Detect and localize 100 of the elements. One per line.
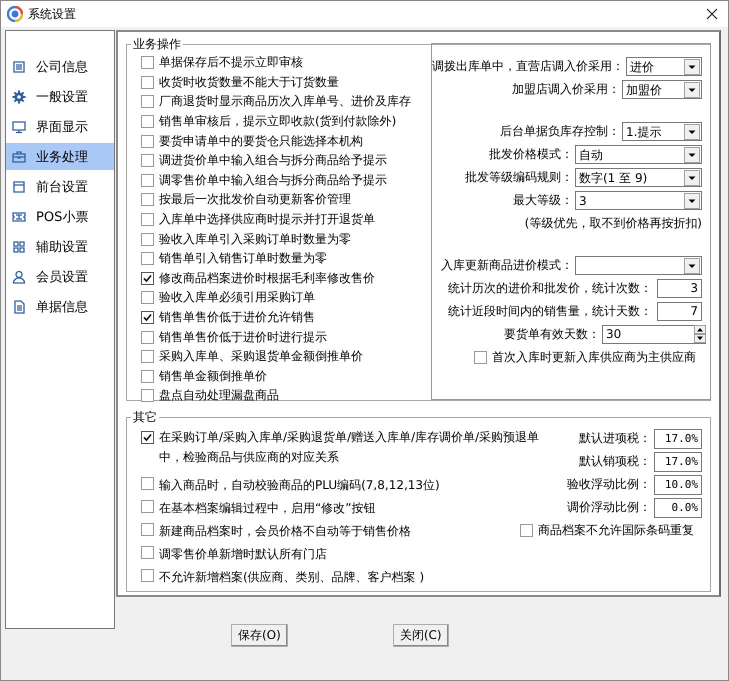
checkbox[interactable]	[141, 389, 154, 402]
sidebar-item[interactable]: POS小票	[6, 203, 114, 230]
checkbox[interactable]	[474, 351, 487, 364]
group-title: 其它	[132, 409, 158, 426]
checkbox[interactable]	[141, 95, 154, 108]
checkbox[interactable]	[141, 569, 154, 582]
sidebar-item[interactable]: 辅助设置	[6, 233, 114, 260]
option-label: 调零售价单中输入组合与拆分商品给予提示	[159, 172, 387, 189]
dropdown[interactable]: 3	[575, 191, 702, 210]
sidebar-item[interactable]: 会员设置	[6, 263, 114, 290]
number-field[interactable]: 7	[657, 302, 702, 321]
sidebar-item[interactable]: 界面显示	[6, 113, 114, 140]
field-label: 加盟店调入价采用：	[512, 81, 620, 98]
checkbox[interactable]	[141, 330, 154, 344]
checkbox[interactable]	[141, 213, 154, 226]
note-text: (等级优先，取不到价格再按折扣)	[524, 215, 702, 232]
dropdown[interactable]: 1.提示	[622, 122, 702, 141]
option-label: 盘点自动处理漏盘商品	[159, 387, 279, 404]
option-label: 商品档案不允许国际条码重复	[538, 522, 694, 539]
option-label: 验收入库单必须引用采购订单	[159, 289, 315, 306]
person-icon	[12, 270, 26, 284]
percent-field[interactable]: 0.0%	[654, 498, 702, 518]
doc-icon	[12, 300, 26, 314]
dialog-button[interactable]: 关闭(C)	[392, 624, 449, 647]
checkbox[interactable]	[141, 370, 154, 383]
spinner-arrows-icon[interactable]	[694, 325, 706, 343]
field-label: 统计历次的进价和批发价，统计次数：	[448, 280, 652, 297]
number-field[interactable]: 3	[657, 279, 702, 298]
dropdown[interactable]: 加盟价	[622, 80, 702, 99]
list-icon	[12, 60, 26, 74]
field-label: 批发等级编码规则：	[465, 169, 573, 186]
checkbox[interactable]	[141, 311, 154, 324]
checkbox[interactable]	[141, 193, 154, 206]
option-label: 销售单金额倒推单价	[159, 368, 267, 385]
option-label: 修改商品档案进价时根据毛利率修改售价	[159, 270, 375, 287]
field-label: 后台单据负库存控制：	[500, 123, 620, 140]
field-label: 调拨出库单中，直营店调入价采用：	[432, 58, 624, 75]
field-label: 默认销项税：	[579, 453, 651, 470]
checkbox[interactable]	[141, 291, 154, 304]
monitor-icon	[12, 120, 26, 134]
field-label: 调价浮动比例：	[567, 499, 651, 516]
option-label: 单据保存后不提示立即审核	[159, 54, 303, 72]
percent-field[interactable]: 17.0%	[654, 452, 702, 472]
window-title: 系统设置	[28, 6, 77, 22]
checkbox[interactable]	[141, 115, 154, 128]
sidebar-item[interactable]: 单据信息	[6, 293, 114, 320]
checkbox[interactable]	[141, 134, 154, 148]
checkbox[interactable]	[141, 272, 154, 285]
field-label: 默认进项税：	[579, 430, 651, 447]
option-label: 销售单引入销售订单时数量为零	[159, 250, 327, 268]
dropdown[interactable]: 进价	[626, 57, 702, 76]
field-label: 要货单有效天数：	[504, 326, 600, 343]
option-label: 调零售价单新增时默认所有门店	[159, 546, 327, 563]
dropdown[interactable]	[575, 256, 702, 275]
checkbox[interactable]	[141, 431, 154, 444]
option-label: 厂商退货时显示商品历次入库单号、进价及库存	[159, 93, 411, 110]
option-label: 在采购订单/采购入库单/采购退货单/赠送入库单/库存调价单/采购预退单中，检验商品与供应商的对应关系	[159, 429, 540, 466]
option-label: 验收入库单引入采购订单时数量为零	[159, 230, 351, 248]
checkbox[interactable]	[141, 252, 154, 266]
grid-icon	[12, 240, 26, 254]
checkbox[interactable]	[141, 76, 154, 89]
option-label: 调进货价单中输入组合与拆分商品给予提示	[159, 152, 387, 170]
dialog-button[interactable]: 保存(O)	[231, 624, 288, 647]
checkbox[interactable]	[141, 56, 154, 70]
option-label: 按最后一次批发价自动更新客价管理	[159, 191, 351, 208]
checkbox[interactable]	[141, 500, 154, 513]
checkbox[interactable]	[141, 546, 154, 559]
checkbox[interactable]	[141, 523, 154, 536]
checkbox[interactable]	[141, 154, 154, 168]
field-label: 最大等级：	[513, 192, 573, 209]
option-label: 销售单售价低于进价时进行提示	[159, 328, 327, 346]
option-label: 销售单售价低于进价允许销售	[159, 309, 315, 326]
sidebar-item[interactable]: 一般设置	[6, 83, 114, 110]
group-title: 业务操作	[132, 36, 182, 53]
option-label: 在基本档案编辑过程中，启用“修改”按钮	[159, 500, 376, 517]
sidebar-item[interactable]: 业务处理	[6, 143, 114, 170]
field-label: 统计近段时间内的销售量，统计天数：	[448, 303, 652, 320]
option-label: 收货时收货数量不能大于订货数量	[159, 74, 339, 91]
percent-field[interactable]: 17.0%	[654, 428, 702, 448]
sidebar-item[interactable]: 前台设置	[6, 173, 114, 200]
option-label: 新建商品档案时，会员价格不自动等于销售价格	[159, 523, 411, 540]
window-icon	[12, 180, 26, 194]
spinner-field[interactable]: 30	[602, 325, 706, 344]
percent-field[interactable]: 10.0%	[654, 474, 702, 494]
checkbox[interactable]	[141, 174, 154, 187]
dropdown[interactable]: 自动	[575, 145, 702, 164]
briefcase-icon	[12, 150, 26, 164]
checkbox[interactable]	[141, 350, 154, 364]
checkbox[interactable]	[141, 232, 154, 246]
close-icon[interactable]	[706, 8, 718, 20]
dropdown[interactable]: 数字(1 至 9)	[575, 168, 702, 187]
field-label: 入库更新商品进价模式：	[441, 257, 573, 274]
option-label: 销售单审核后，提示立即收款(货到付款除外)	[159, 113, 396, 130]
field-label: 批发价格模式：	[489, 146, 573, 163]
checkbox[interactable]	[520, 524, 533, 537]
checkbox[interactable]	[141, 477, 154, 490]
ticket-icon	[12, 210, 26, 224]
option-label: 不允许新增档案(供应商、类别、品牌、客户档案 )	[159, 569, 424, 586]
app-logo-icon	[7, 6, 23, 22]
sidebar-item[interactable]: 公司信息	[6, 53, 114, 80]
